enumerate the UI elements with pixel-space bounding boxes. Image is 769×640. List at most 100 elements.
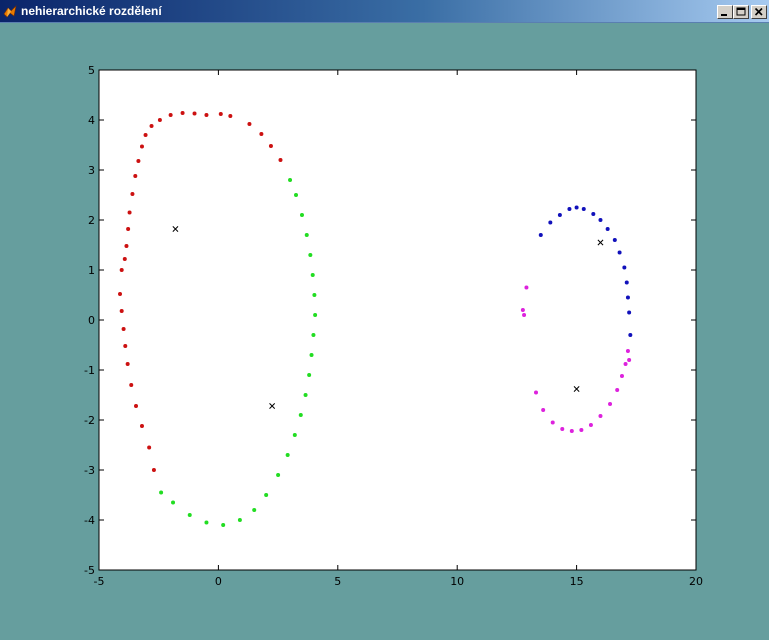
cluster-2-point	[307, 373, 312, 377]
cluster-3-point	[557, 213, 562, 217]
minimize-icon	[721, 14, 727, 16]
cluster-2-point	[187, 513, 192, 517]
figure-canvas: -5 0 5 10 15 20 -5 -4 -3 -2 -1 0 1 2 3 4 5	[84, 64, 703, 588]
cluster-3-point	[612, 238, 617, 242]
x-tick-label: 0	[215, 575, 222, 588]
cluster-2-point	[299, 213, 304, 217]
y-tick-label: 2	[88, 214, 95, 227]
cluster-1-point	[119, 268, 124, 272]
cluster-2-point	[303, 393, 308, 397]
cluster-4-point	[522, 313, 527, 317]
cluster-1-point	[124, 244, 129, 248]
cluster-3-point	[625, 295, 630, 300]
title-bar[interactable]: nehierarchické rozdělení	[0, 0, 769, 23]
y-tick-label: -4	[84, 514, 95, 527]
cluster-3-point	[627, 310, 632, 315]
cluster-4-point	[588, 423, 593, 427]
cluster-3-point	[574, 205, 579, 210]
y-tick-label: 3	[88, 164, 95, 177]
cluster-2-point	[311, 333, 316, 337]
cluster-3-point	[591, 212, 596, 216]
cluster-2-point	[204, 520, 209, 525]
minimize-button[interactable]	[717, 5, 733, 19]
cluster-3-point	[622, 265, 627, 270]
maximize-button[interactable]	[733, 5, 749, 19]
cluster-2-point	[310, 273, 315, 277]
cluster-1-point	[136, 159, 141, 163]
cluster-3-point	[605, 227, 610, 231]
cluster-3-point	[567, 207, 572, 211]
cluster-4-point	[579, 428, 584, 432]
cluster-2-point	[237, 518, 242, 522]
cluster-3-point	[617, 250, 622, 255]
cluster-1-point	[180, 111, 185, 115]
cluster-2-point	[313, 313, 318, 317]
x-tick-label: 10	[450, 575, 464, 588]
cluster-1-point	[143, 133, 148, 137]
cluster-4-point	[623, 362, 628, 366]
cluster-4-point	[598, 414, 603, 418]
cluster-1-point	[133, 174, 138, 178]
cluster-1-point	[118, 292, 123, 296]
cluster-1-point	[122, 257, 127, 261]
cluster-1-point	[123, 344, 128, 348]
cluster-4-point	[608, 402, 613, 406]
cluster-4-point	[569, 429, 574, 433]
cluster-1-point	[139, 144, 144, 149]
cluster-3-point	[548, 220, 553, 225]
y-tick-label: -5	[84, 564, 95, 577]
cluster-3-point	[598, 218, 603, 222]
cluster-2-point	[308, 253, 313, 257]
cluster-1-point	[126, 227, 131, 231]
cluster-1-point	[228, 114, 233, 118]
close-button[interactable]	[751, 5, 767, 19]
cluster-2-point	[298, 413, 303, 417]
cluster-1-point	[157, 118, 162, 122]
cluster-2-point	[312, 293, 317, 297]
cluster-1-point	[149, 124, 154, 128]
cluster-4-point	[524, 285, 529, 290]
cluster-1-point	[168, 113, 173, 117]
x-tick-label: 20	[689, 575, 703, 588]
x-tick-label: -5	[94, 575, 105, 588]
cluster-1-point	[125, 362, 130, 366]
cluster-4-point	[541, 408, 546, 412]
cluster-1-point	[139, 424, 144, 428]
cluster-4-point	[534, 390, 539, 395]
window-title: nehierarchické rozdělení	[21, 4, 162, 18]
cluster-4-point	[615, 388, 620, 392]
cluster-1-point	[218, 112, 223, 116]
cluster-4-point	[627, 358, 632, 362]
cluster-4-point	[550, 420, 555, 425]
cluster-3-point	[581, 207, 586, 211]
y-tick-label: 1	[88, 264, 95, 277]
cluster-2-point	[294, 193, 299, 197]
maximize-icon	[736, 7, 746, 16]
cluster-2-point	[304, 233, 309, 237]
cluster-4-point	[625, 349, 630, 353]
cluster-1-point	[134, 404, 139, 408]
y-tick-label: 0	[88, 314, 95, 327]
cluster-1-point	[204, 113, 209, 117]
cluster-1-point	[278, 158, 283, 162]
cluster-2-point	[252, 508, 257, 512]
cluster-3-point	[538, 233, 543, 237]
cluster-2-point	[171, 500, 176, 505]
cluster-4-point	[560, 427, 565, 431]
cluster-1-point	[121, 327, 126, 331]
cluster-2-point	[292, 433, 297, 437]
matlab-icon[interactable]	[3, 4, 17, 18]
cluster-2-point	[285, 453, 290, 457]
cluster-3-point	[628, 333, 633, 337]
y-tick-label: -1	[84, 364, 95, 377]
cluster-2-point	[309, 353, 314, 357]
axes-box	[98, 69, 697, 571]
x-tick-label: 5	[334, 575, 341, 588]
cluster-1-point	[130, 192, 135, 196]
cluster-2-point	[221, 523, 226, 527]
cluster-4-point	[619, 374, 624, 378]
y-tick-label: -3	[84, 464, 95, 477]
cluster-1-point	[268, 144, 273, 148]
cluster-4-point	[520, 308, 525, 312]
close-icon	[754, 7, 763, 16]
